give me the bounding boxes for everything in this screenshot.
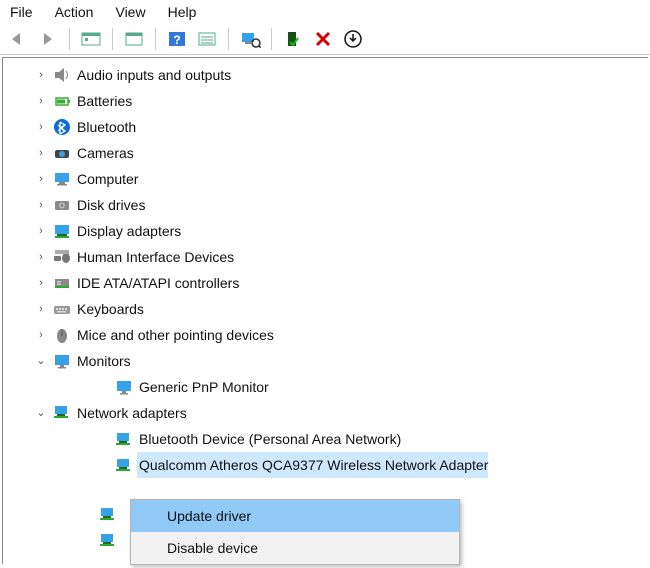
menu-action[interactable]: Action — [55, 4, 94, 20]
keyboard-icon — [51, 300, 73, 318]
battery-icon — [51, 92, 73, 110]
tree-item-label: Qualcomm Atheros QCA9377 Wireless Networ… — [137, 452, 488, 478]
tree-item[interactable]: Generic PnP Monitor — [3, 374, 648, 400]
tree-item[interactable]: › Human Interface Devices — [3, 244, 648, 270]
tree-item-label: IDE ATA/ATAPI controllers — [75, 270, 239, 296]
menu-help[interactable]: Help — [168, 4, 197, 20]
tree-item-label: Display adapters — [75, 218, 181, 244]
tree-item-label: Computer — [75, 166, 138, 192]
tree-item[interactable]: › Batteries — [3, 88, 648, 114]
device-tree: › Audio inputs and outputs › Batteries › Blue… — [2, 57, 648, 564]
separator — [155, 28, 156, 50]
show-hide-tree-button[interactable] — [79, 27, 103, 51]
tree-item-label: Bluetooth Device (Personal Area Network) — [137, 426, 401, 452]
tree-item[interactable]: › Disk drives — [3, 192, 648, 218]
expand-icon[interactable]: › — [33, 88, 49, 114]
enable-device-button[interactable] — [281, 27, 305, 51]
monitor-icon — [113, 378, 135, 396]
net-item-icon — [113, 431, 135, 447]
tree-item[interactable]: › Cameras — [3, 140, 648, 166]
expand-icon[interactable]: › — [33, 322, 49, 348]
audio-icon — [51, 66, 73, 84]
mouse-icon — [51, 326, 73, 344]
svg-text:?: ? — [173, 33, 180, 47]
tree-item[interactable]: › Keyboards — [3, 296, 648, 322]
tree-item-label: Mice and other pointing devices — [75, 322, 274, 348]
network-adapter-icon — [97, 528, 119, 552]
expand-icon[interactable]: › — [33, 218, 49, 244]
tree-item[interactable]: › Mice and other pointing devices — [3, 322, 648, 348]
network-adapter-icon — [97, 502, 119, 526]
tree-item-label: Audio inputs and outputs — [75, 62, 231, 88]
expand-icon[interactable]: › — [33, 270, 49, 296]
tree-item-label: Disk drives — [75, 192, 145, 218]
separator — [112, 28, 113, 50]
context-menu-update-driver[interactable]: Update driver — [131, 500, 459, 532]
help-button[interactable]: ? — [165, 27, 189, 51]
collapse-icon[interactable]: ⌄ — [33, 400, 49, 426]
collapse-icon[interactable]: ⌄ — [33, 348, 49, 374]
separator — [69, 28, 70, 50]
expand-icon[interactable]: › — [33, 166, 49, 192]
separator — [271, 28, 272, 50]
network-icon — [51, 404, 73, 422]
computer-icon — [51, 170, 73, 188]
tree-item-label: Bluetooth — [75, 114, 136, 140]
tree-item-label: Monitors — [75, 348, 131, 374]
tree-item-label: Cameras — [75, 140, 134, 166]
toolbar: ? — [0, 24, 650, 55]
tree-item-label: Human Interface Devices — [75, 244, 234, 270]
net-item-icon — [113, 457, 135, 473]
menu-bar: File Action View Help — [0, 0, 650, 24]
tree-item-label: Batteries — [75, 88, 132, 114]
list-button[interactable] — [195, 27, 219, 51]
monitor-icon — [51, 352, 73, 370]
expand-icon[interactable]: › — [33, 192, 49, 218]
context-menu: Update driver Disable device — [130, 499, 460, 565]
tree-item[interactable]: › Display adapters — [3, 218, 648, 244]
ide-icon — [51, 274, 73, 292]
tree-item[interactable]: ⌄ Monitors — [3, 348, 648, 374]
scan-hardware-button[interactable] — [238, 27, 262, 51]
menu-file[interactable]: File — [10, 4, 33, 20]
tree-item-label: Generic PnP Monitor — [137, 374, 269, 400]
disk-icon — [51, 196, 73, 214]
expand-icon[interactable]: › — [33, 62, 49, 88]
tree-item[interactable]: › Bluetooth — [3, 114, 648, 140]
tree-item[interactable]: › IDE ATA/ATAPI controllers — [3, 270, 648, 296]
expand-icon[interactable]: › — [33, 114, 49, 140]
display-icon — [51, 222, 73, 240]
tree-items-behind-menu — [95, 502, 121, 552]
expand-icon[interactable]: › — [33, 140, 49, 166]
tree-item[interactable]: › Audio inputs and outputs — [3, 62, 648, 88]
hid-icon — [51, 248, 73, 266]
tree-item[interactable]: Bluetooth Device (Personal Area Network) — [3, 426, 648, 452]
tree-item[interactable]: › Computer — [3, 166, 648, 192]
update-driver-button[interactable] — [341, 27, 365, 51]
menu-view[interactable]: View — [115, 4, 145, 20]
nav-forward-button[interactable] — [36, 27, 60, 51]
tree-item-label: Network adapters — [75, 400, 187, 426]
camera-icon — [51, 144, 73, 162]
tree-item-label: Keyboards — [75, 296, 144, 322]
expand-icon[interactable]: › — [33, 296, 49, 322]
tree-item[interactable]: ⌄ Network adapters — [3, 400, 648, 426]
separator — [228, 28, 229, 50]
context-menu-disable-device[interactable]: Disable device — [131, 532, 459, 564]
nav-back-button[interactable] — [6, 27, 30, 51]
disable-device-button[interactable] — [311, 27, 335, 51]
properties-button[interactable] — [122, 27, 146, 51]
bluetooth-icon — [51, 118, 73, 136]
expand-icon[interactable]: › — [33, 244, 49, 270]
tree-item[interactable]: Qualcomm Atheros QCA9377 Wireless Networ… — [3, 452, 648, 478]
